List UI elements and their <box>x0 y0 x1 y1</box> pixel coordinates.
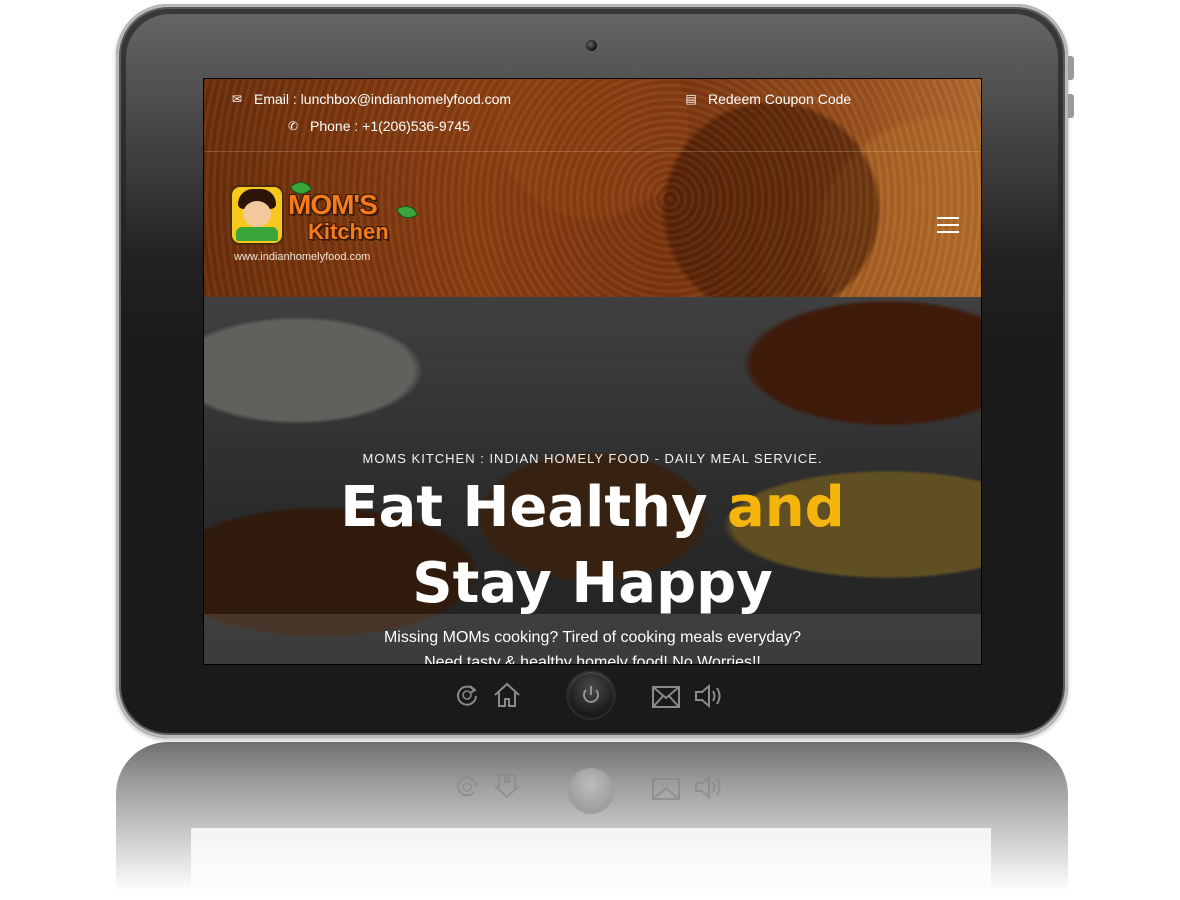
hero-title-accent: and <box>727 475 845 540</box>
header-divider <box>204 151 981 152</box>
reflection-home-icon <box>492 772 522 807</box>
mom-character-icon <box>230 185 284 245</box>
refresh-icon[interactable] <box>454 682 480 714</box>
coupon-text: Redeem Coupon Code <box>708 91 852 107</box>
home-icon[interactable] <box>492 681 522 715</box>
envelope-icon: ✉ <box>231 92 243 106</box>
hero-title-text: Eat Healthy <box>340 475 728 540</box>
reflection-refresh-icon <box>454 774 480 807</box>
email-text: Email : lunchbox@indianhomelyfood.com <box>254 91 512 107</box>
logo-text-moms: MOM'S <box>288 189 378 220</box>
hero-subtitle: MOMS KITCHEN : INDIAN HOMELY FOOD - DAIL… <box>362 451 823 466</box>
redeem-coupon-link[interactable]: ▤ Redeem Coupon Code <box>682 91 851 107</box>
site-header: ✉ Email : lunchbox@indianhomelyfood.com … <box>204 79 981 297</box>
hero-section: MOMS KITCHEN : INDIAN HOMELY FOOD - DAIL… <box>204 297 981 664</box>
menu-icon[interactable] <box>937 217 959 233</box>
email-contact[interactable]: ✉ Email : lunchbox@indianhomelyfood.com <box>228 91 511 107</box>
reflection-power-icon <box>568 768 614 814</box>
logo-url: www.indianhomelyfood.com <box>234 251 371 263</box>
phone-text: Phone : +1(206)536-9745 <box>310 118 470 134</box>
logo-text-kitchen: Kitchen <box>308 219 389 244</box>
coupon-icon: ▤ <box>685 92 697 106</box>
tablet-frame: ✉ Email : lunchbox@indianhomelyfood.com … <box>116 4 1074 738</box>
hero-description-line2: Need tasty & healthy homely food! No Wor… <box>424 654 761 665</box>
camera-icon <box>586 40 597 51</box>
site-logo[interactable]: MOM'S Kitchen www.indianhomelyfood.com <box>220 177 420 269</box>
phone-icon: ✆ <box>287 119 299 133</box>
leaf-icon <box>396 202 418 222</box>
reflection-speaker-icon <box>694 774 726 807</box>
speaker-icon[interactable] <box>694 683 726 715</box>
hero-title-line1: Eat Healthy and <box>204 471 981 545</box>
phone-contact[interactable]: ✆ Phone : +1(206)536-9745 <box>284 118 470 134</box>
mail-icon[interactable] <box>652 684 680 714</box>
hero-title-line2: Stay Happy <box>412 551 773 616</box>
reflection-mail-icon <box>652 776 680 807</box>
reflection-screen <box>191 828 991 900</box>
hero-description-line1: Missing MOMs cooking? Tired of cooking m… <box>383 629 802 646</box>
power-icon[interactable] <box>568 672 614 718</box>
tablet-side-button <box>1068 56 1074 80</box>
tablet-screen: ✉ Email : lunchbox@indianhomelyfood.com … <box>203 78 982 665</box>
tablet-side-button <box>1068 94 1074 118</box>
